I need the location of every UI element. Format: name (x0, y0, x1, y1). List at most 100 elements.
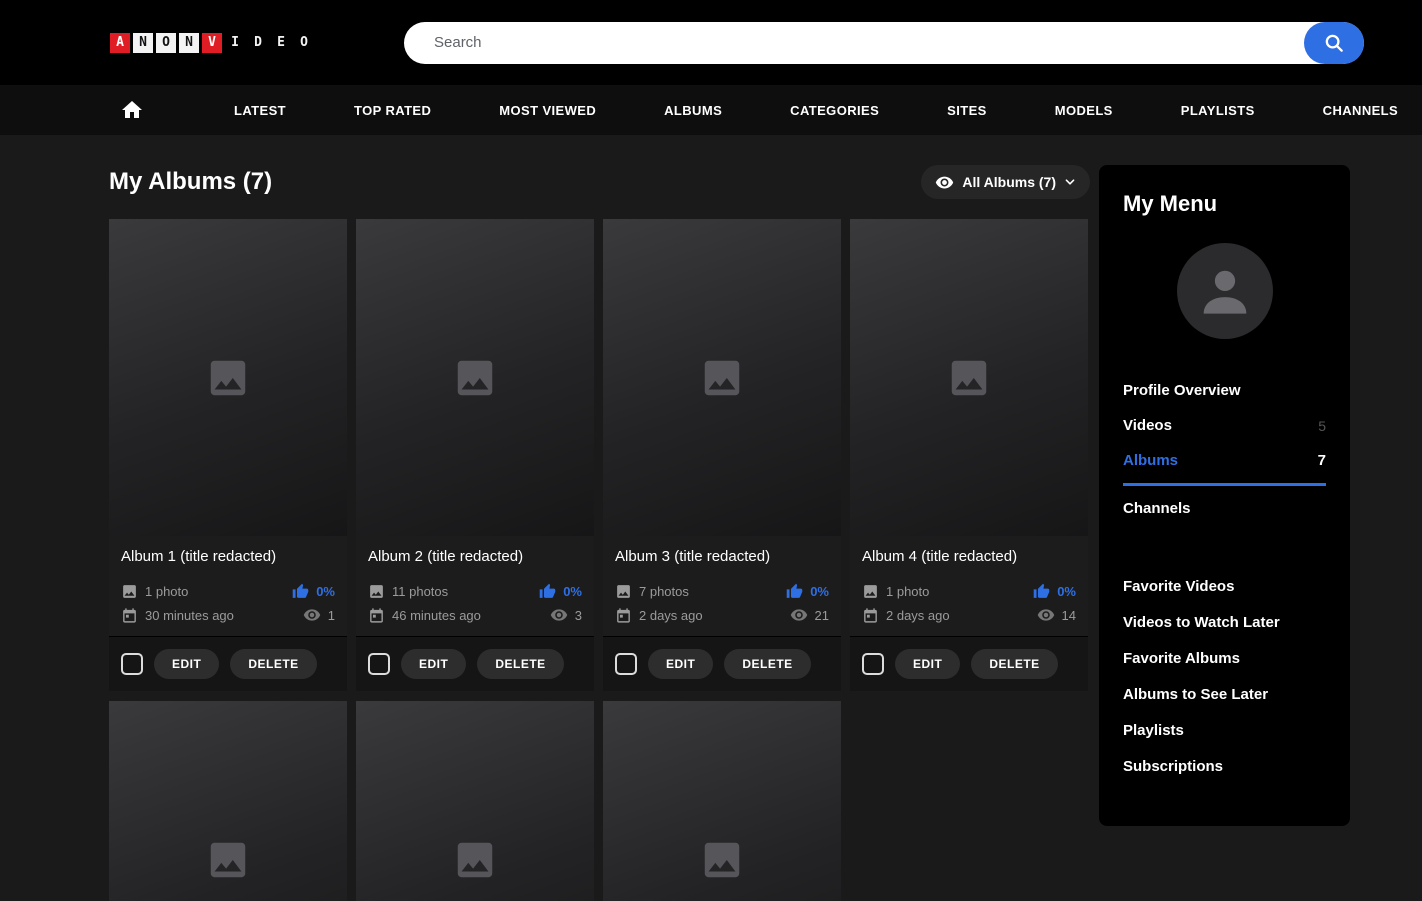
album-select-checkbox[interactable] (615, 653, 637, 675)
album-thumbnail[interactable] (356, 219, 594, 536)
view-count: 21 (815, 608, 829, 623)
nav-links: LATEST TOP RATED MOST VIEWED ALBUMS CATE… (200, 103, 1422, 118)
like-percentage: 0% (810, 584, 829, 599)
album-thumbnail[interactable] (109, 219, 347, 536)
sidebar-item-favorite-albums[interactable]: Favorite Albums (1123, 640, 1326, 676)
album-card: Album 3 (title redacted) 7 photos 0% 2 d… (603, 219, 841, 691)
album-stats: 7 photos 0% 2 days ago 21 (603, 575, 841, 636)
nav-item-albums[interactable]: ALBUMS (664, 103, 722, 118)
album-title[interactable]: Album 3 (title redacted) (603, 536, 841, 575)
chevron-down-icon (1064, 176, 1076, 188)
calendar-icon (862, 607, 879, 624)
sidebar-item-profile-overview[interactable]: Profile Overview (1123, 373, 1326, 408)
sidebar-item-albums[interactable]: Albums 7 (1123, 443, 1326, 486)
nav-item-sites[interactable]: SITES (947, 103, 987, 118)
delete-button[interactable]: DELETE (230, 649, 316, 679)
album-age: 2 days ago (639, 608, 703, 623)
like-percentage: 0% (1057, 584, 1076, 599)
sidebar-item-favorite-videos[interactable]: Favorite Videos (1123, 568, 1326, 604)
site-logo[interactable]: A N O N V I D E O (110, 33, 314, 53)
album-actions: EDIT DELETE (603, 636, 841, 691)
album-age: 30 minutes ago (145, 608, 234, 623)
album-age: 2 days ago (886, 608, 950, 623)
like-percentage: 0% (316, 584, 335, 599)
search-button[interactable] (1304, 22, 1364, 64)
nav-item-models[interactable]: MODELS (1055, 103, 1113, 118)
album-thumbnail[interactable] (603, 701, 841, 901)
album-thumbnail[interactable] (850, 219, 1088, 536)
delete-button[interactable]: DELETE (477, 649, 563, 679)
sidebar-item-subscriptions[interactable]: Subscriptions (1123, 748, 1326, 784)
sidebar-item-channels[interactable]: Channels (1123, 491, 1326, 526)
sidebar-item-label: Albums (1123, 452, 1178, 469)
my-menu-sidebar: My Menu Profile Overview Videos 5 Albums… (1099, 165, 1350, 826)
sidebar-item-label: Videos (1123, 417, 1172, 434)
heading-row: My Albums (7) All Albums (7) (109, 165, 1090, 199)
album-title[interactable]: Album 2 (title redacted) (356, 536, 594, 575)
delete-button[interactable]: DELETE (724, 649, 810, 679)
home-button[interactable] (120, 98, 144, 122)
sidebar-item-label: Profile Overview (1123, 382, 1241, 399)
album-thumbnail[interactable] (603, 219, 841, 536)
album-thumbnail[interactable] (109, 701, 347, 901)
album-filter-dropdown[interactable]: All Albums (7) (921, 165, 1090, 199)
eye-icon (1037, 606, 1055, 624)
search-input[interactable] (404, 22, 1364, 64)
album-thumbnail[interactable] (356, 701, 594, 901)
sidebar-item-albums-see-later[interactable]: Albums to See Later (1123, 676, 1326, 712)
thumbs-up-icon (786, 583, 803, 600)
sidebar-item-label: Channels (1123, 500, 1191, 517)
edit-button[interactable]: EDIT (401, 649, 466, 679)
album-card (356, 701, 594, 901)
nav-item-top-rated[interactable]: TOP RATED (354, 103, 431, 118)
logo-tile: N (133, 33, 153, 53)
person-icon (1193, 259, 1257, 323)
thumbs-up-icon (539, 583, 556, 600)
album-select-checkbox[interactable] (121, 653, 143, 675)
album-stats: 1 photo 0% 30 minutes ago 1 (109, 575, 347, 636)
logo-tile: V (202, 33, 222, 53)
sidebar-item-videos[interactable]: Videos 5 (1123, 408, 1326, 443)
main-nav: LATEST TOP RATED MOST VIEWED ALBUMS CATE… (0, 85, 1422, 135)
sidebar-item-label: Playlists (1123, 722, 1184, 739)
page-title: My Albums (7) (109, 168, 272, 196)
album-select-checkbox[interactable] (368, 653, 390, 675)
sidebar-item-videos-watch-later[interactable]: Videos to Watch Later (1123, 604, 1326, 640)
nav-item-categories[interactable]: CATEGORIES (790, 103, 879, 118)
sidebar-item-playlists[interactable]: Playlists (1123, 712, 1326, 748)
edit-button[interactable]: EDIT (648, 649, 713, 679)
album-title[interactable]: Album 4 (title redacted) (850, 536, 1088, 575)
avatar[interactable] (1177, 243, 1273, 339)
edit-button[interactable]: EDIT (895, 649, 960, 679)
photo-count: 1 photo (886, 584, 929, 599)
eye-icon (790, 606, 808, 624)
album-stats: 11 photos 0% 46 minutes ago 3 (356, 575, 594, 636)
album-card: Album 4 (title redacted) 1 photo 0% 2 da… (850, 219, 1088, 691)
logo-tile: E (271, 33, 291, 53)
albums-grid: Album 1 (title redacted) 1 photo 0% 30 m… (109, 219, 1090, 901)
eye-icon (550, 606, 568, 624)
nav-item-channels[interactable]: CHANNELS (1323, 103, 1398, 118)
logo-tile: A (110, 33, 130, 53)
sidebar-title: My Menu (1123, 191, 1326, 217)
nav-item-playlists[interactable]: PLAYLISTS (1181, 103, 1255, 118)
view-count: 1 (328, 608, 335, 623)
album-age: 46 minutes ago (392, 608, 481, 623)
edit-button[interactable]: EDIT (154, 649, 219, 679)
sidebar-item-label: Favorite Videos (1123, 578, 1234, 595)
nav-item-most-viewed[interactable]: MOST VIEWED (499, 103, 596, 118)
delete-button[interactable]: DELETE (971, 649, 1057, 679)
sidebar-item-count: 7 (1318, 452, 1326, 469)
sidebar-item-label: Subscriptions (1123, 758, 1223, 775)
sidebar-library-group: Favorite Videos Videos to Watch Later Fa… (1123, 568, 1326, 784)
album-select-checkbox[interactable] (862, 653, 884, 675)
logo-tile: I (225, 33, 245, 53)
album-actions: EDIT DELETE (356, 636, 594, 691)
view-count: 3 (575, 608, 582, 623)
album-card: Album 2 (title redacted) 11 photos 0% 46… (356, 219, 594, 691)
nav-item-latest[interactable]: LATEST (234, 103, 286, 118)
album-actions: EDIT DELETE (109, 636, 347, 691)
eye-icon (303, 606, 321, 624)
album-title[interactable]: Album 1 (title redacted) (109, 536, 347, 575)
album-card (603, 701, 841, 901)
